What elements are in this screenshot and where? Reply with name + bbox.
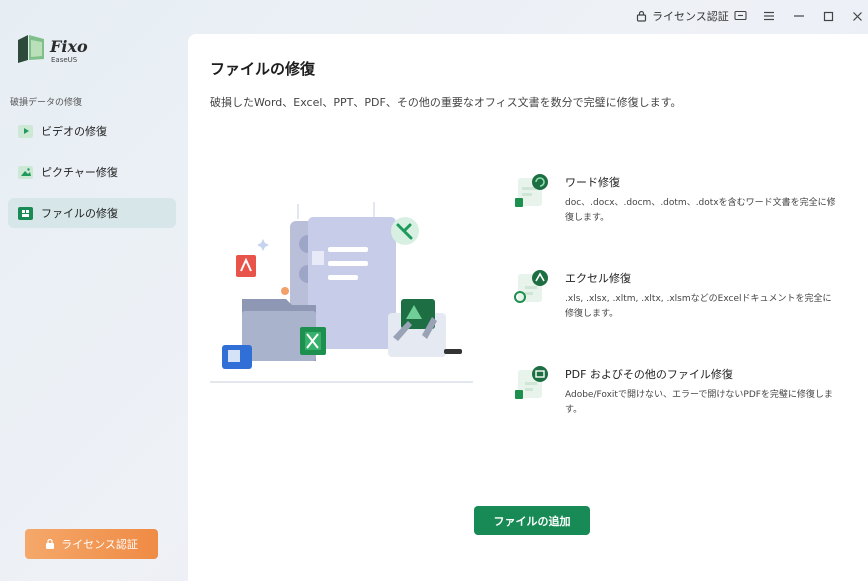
feature-description: Adobe/Foxitで開けない、エラーで開けないPDFを完璧に修復します。 xyxy=(565,390,833,415)
file-repair-icon xyxy=(18,206,33,220)
maximize-icon xyxy=(823,11,833,21)
close-button[interactable] xyxy=(848,7,866,25)
license-link[interactable]: ライセンス認証 xyxy=(636,8,729,24)
picture-icon xyxy=(18,165,33,179)
feature-title: PDF およびその他のファイル修復 xyxy=(565,368,733,381)
license-button[interactable]: ライセンス認証 xyxy=(25,529,158,559)
feature-description: .xls, .xlsx, .xltm, .xltx, .xlsmなどのExcel… xyxy=(565,294,832,319)
feature-title: ワード修復 xyxy=(565,176,620,189)
menu-icon xyxy=(764,11,774,21)
menu-button[interactable] xyxy=(760,7,778,25)
app-name: Fixo xyxy=(50,37,88,56)
lock-icon xyxy=(636,10,647,22)
word-repair-icon xyxy=(515,174,548,207)
sidebar-item-label: ビデオの修復 xyxy=(41,125,107,138)
title-bar: ライセンス認証 xyxy=(0,0,868,32)
close-icon xyxy=(852,11,862,21)
feature-description: doc、.docx、.docm、.dotm、.dotxを含むワード文書を完全に修… xyxy=(565,198,836,223)
sidebar-item-label: ピクチャー修復 xyxy=(41,166,118,179)
maximize-button[interactable] xyxy=(819,7,837,25)
minimize-icon xyxy=(794,15,804,17)
sidebar-item-picture[interactable]: ピクチャー修復 xyxy=(8,157,176,187)
add-file-button[interactable]: ファイルの追加 xyxy=(474,506,590,535)
license-button-label: ライセンス認証 xyxy=(61,538,138,551)
feature-title: エクセル修復 xyxy=(565,272,631,285)
main-panel: ファイルの修復 破損したWord、Excel、PPT、PDF、その他の重要なオフ… xyxy=(188,34,868,581)
app-brand: EaseUS xyxy=(51,56,78,64)
sidebar-item-label: ファイルの修復 xyxy=(41,207,118,220)
sidebar-item-file[interactable]: ファイルの修復 xyxy=(8,198,176,228)
lock-icon xyxy=(46,538,55,549)
page-description: 破損したWord、Excel、PPT、PDF、その他の重要なオフィス文書を数分で… xyxy=(210,96,682,109)
page-title: ファイルの修復 xyxy=(210,60,316,78)
excel-repair-icon xyxy=(514,270,548,303)
video-play-icon xyxy=(18,124,33,138)
feedback-icon xyxy=(733,10,747,21)
pdf-repair-icon xyxy=(515,366,548,399)
file-repair-illustration xyxy=(210,202,473,383)
sidebar-item-video[interactable]: ビデオの修復 xyxy=(8,116,176,146)
license-link-label: ライセンス認証 xyxy=(652,10,729,23)
sidebar-section-label: 破損データの修復 xyxy=(10,98,83,108)
feedback-button[interactable] xyxy=(731,7,749,25)
minimize-button[interactable] xyxy=(790,7,808,25)
